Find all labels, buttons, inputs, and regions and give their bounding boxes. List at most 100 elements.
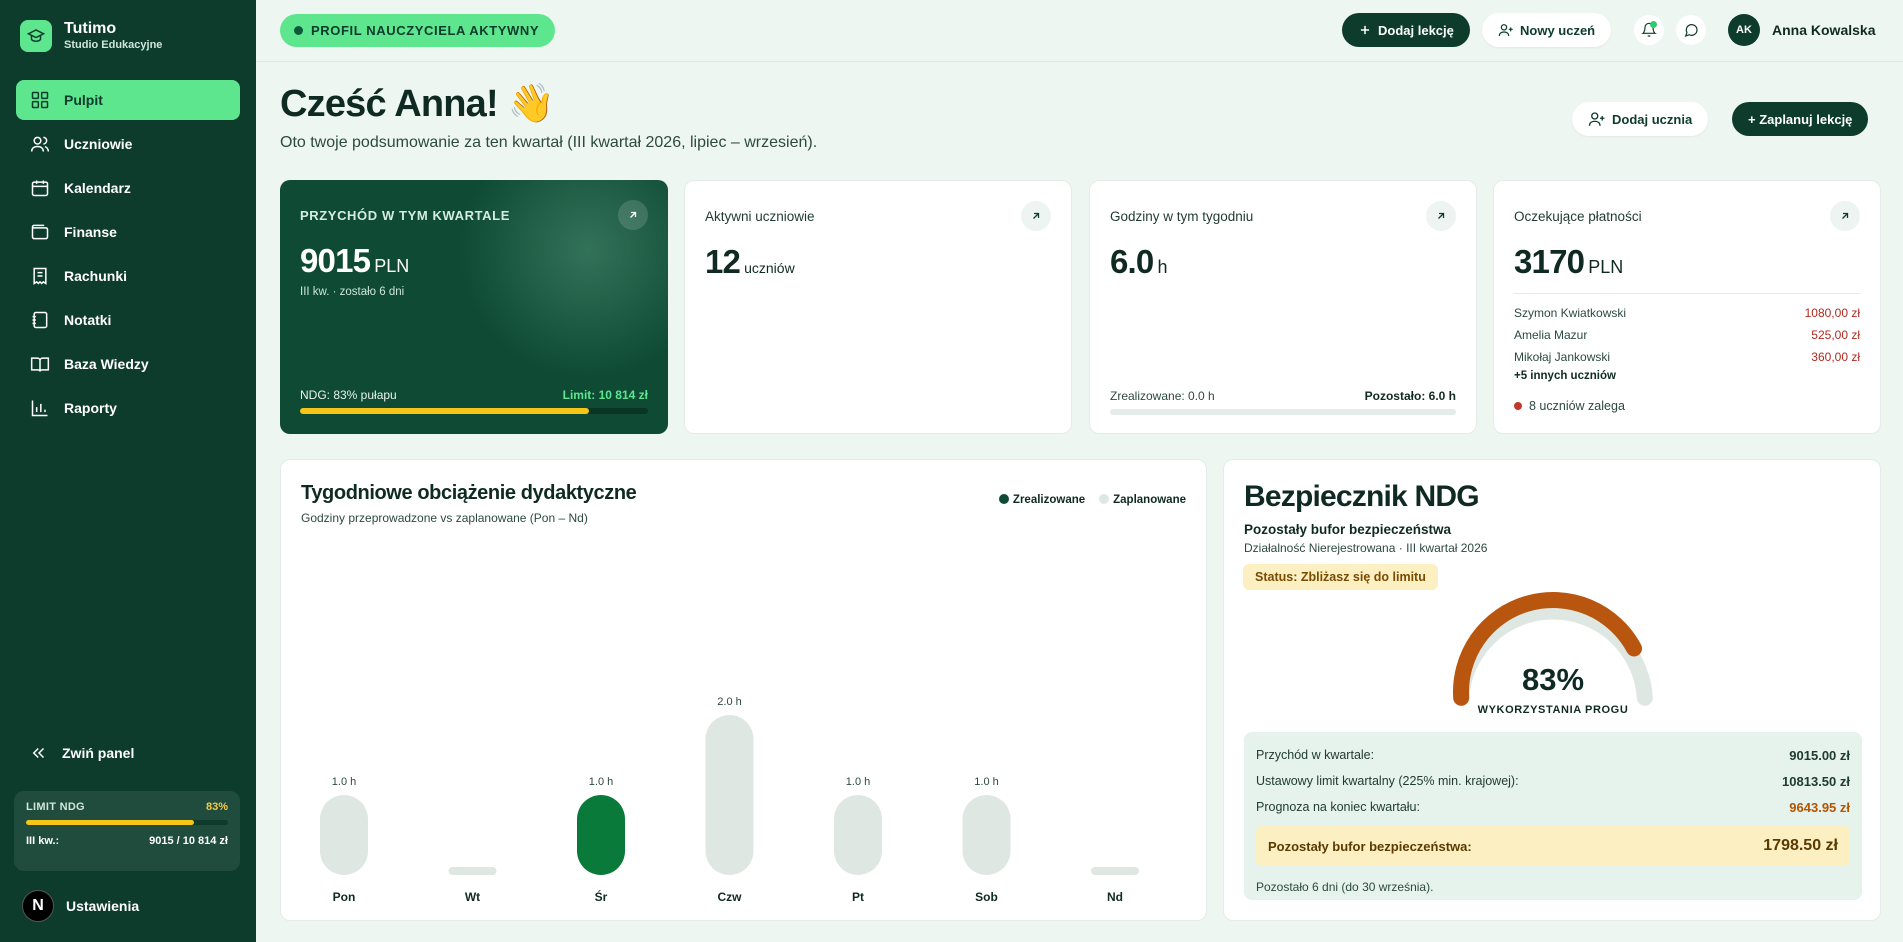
sidebar: Tutimo Studio Edukacyjne Pulpit Uczniowi…	[0, 0, 256, 942]
revenue-note: III kw. · zostało 6 dni	[300, 286, 405, 298]
gauge-value: 83%	[1521, 662, 1585, 697]
revenue-unit: PLN	[374, 256, 410, 276]
sidebar-nav: Pulpit Uczniowie Kalendarz Finanse Rachu…	[16, 80, 240, 432]
messages-button[interactable]	[1676, 15, 1706, 45]
chart-bar[interactable]	[1091, 867, 1139, 875]
sidebar-item-baza-wiedzy[interactable]: Baza Wiedzy	[16, 344, 240, 384]
grid-icon	[31, 91, 49, 109]
ndg-limit-widget: LIMIT NDG 83% III kw.: 9015 / 10 814 zł	[14, 791, 240, 871]
settings-button[interactable]: N Ustawienia	[22, 890, 139, 922]
summary-label: Ustawowy limit kwartalny (225% min. kraj…	[1256, 774, 1519, 788]
active-students-card: Aktywni uczniowie 12 uczniów	[684, 180, 1072, 434]
safety-buffer-row: Pozostały bufor bezpieczeństwa: 1798.50 …	[1256, 826, 1850, 866]
new-student-label: Nowy uczeń	[1520, 22, 1596, 38]
schedule-lesson-button[interactable]: + Zaplanuj lekcję	[1732, 102, 1869, 136]
buffer-label: Pozostały bufor bezpieczeństwa:	[1268, 838, 1472, 854]
sidebar-item-label: Pulpit	[64, 92, 103, 108]
chat-bubble-icon	[1684, 24, 1698, 37]
brand-name: Tutimo	[64, 20, 117, 37]
notebook-icon	[32, 311, 48, 329]
add-lesson-button[interactable]: Dodaj lekcję	[1342, 13, 1470, 47]
sidebar-item-label: Notatki	[64, 312, 112, 328]
revenue-progress-bar	[300, 408, 648, 414]
brand[interactable]: Tutimo Studio Edukacyjne	[20, 20, 162, 52]
sidebar-item-label: Finanse	[64, 224, 117, 240]
pending-payments-card: Oczekujące płatności 3170 PLN Szymon Kwia…	[1493, 180, 1881, 434]
new-student-button[interactable]: Nowy uczeń	[1482, 13, 1612, 47]
topbar: PROFIL NAUCZYCIELA AKTYWNY Dodaj lekcję …	[256, 0, 1903, 62]
revenue-title: PRZYCHÓD W TYM KWARTALE	[300, 208, 510, 223]
hours-value: 6.0	[1110, 243, 1154, 280]
sidebar-item-label: Raporty	[64, 400, 117, 416]
revenue-card: PRZYCHÓD W TYM KWARTALE 9015 PLN III kw. …	[280, 180, 668, 434]
list-item[interactable]: Amelia Mazur 525,00 zł	[1514, 324, 1860, 346]
collapse-panel-button[interactable]: Zwiń panel	[30, 744, 134, 762]
limit-percent: 83%	[205, 801, 228, 813]
revenue-open-button[interactable]	[618, 200, 648, 230]
profile-status-badge: PROFIL NAUCZYCIELA AKTYWNY	[280, 14, 556, 47]
x-tick-label: Śr	[595, 889, 608, 904]
summary-row: Ustawowy limit kwartalny (225% min. kraj…	[1256, 768, 1850, 794]
book-icon	[30, 357, 50, 372]
bar-value-label: 2.0 h	[717, 696, 741, 708]
chevrons-left-icon	[32, 747, 45, 759]
sidebar-item-uczniowie[interactable]: Uczniowie	[16, 124, 240, 164]
payer-name: Amelia Mazur	[1514, 328, 1588, 342]
users-icon	[30, 136, 50, 152]
status-dot-icon	[294, 26, 303, 35]
sidebar-item-notatki[interactable]: Notatki	[16, 300, 240, 340]
buffer-value: 1798.50 zł	[1763, 837, 1838, 854]
summary-row: Przychód w kwartale: 9015.00 zł	[1256, 742, 1850, 768]
notifications-button[interactable]	[1634, 15, 1664, 45]
user-plus-icon	[1498, 24, 1513, 37]
days-left-note: Pozostało 6 dni (do 30 września).	[1256, 880, 1434, 894]
sidebar-item-label: Rachunki	[64, 268, 128, 284]
revenue-progress-fill	[300, 408, 589, 414]
revenue-value: 9015	[300, 242, 371, 279]
payer-name: Mikołaj Jankowski	[1514, 350, 1611, 364]
ndg-summary-panel: Przychód w kwartale: 9015.00 zł Ustawowy…	[1244, 732, 1862, 900]
students-open-button[interactable]	[1021, 201, 1051, 231]
user-menu[interactable]: AK Anna Kowalska	[1728, 14, 1875, 46]
hours-title: Godziny w tym tygodniu	[1110, 209, 1254, 224]
sidebar-item-raporty[interactable]: Raporty	[16, 388, 240, 428]
sidebar-item-kalendarz[interactable]: Kalendarz	[16, 168, 240, 208]
collapse-label: Zwiń panel	[62, 745, 135, 761]
add-student-label: Dodaj ucznia	[1612, 111, 1693, 127]
user-name: Anna Kowalska	[1772, 22, 1876, 38]
alert-dot-icon	[1514, 402, 1522, 410]
chart-bar[interactable]	[962, 795, 1011, 875]
list-item[interactable]: Szymon Kwiatkowski 1080,00 zł	[1514, 302, 1860, 324]
schedule-lesson-label: + Zaplanuj lekcję	[1748, 111, 1853, 127]
chart-bar[interactable]	[320, 795, 368, 875]
sidebar-item-label: Baza Wiedzy	[64, 356, 149, 372]
add-student-button[interactable]: Dodaj ucznia	[1572, 102, 1709, 136]
list-item[interactable]: Mikołaj Jankowski 360,00 zł	[1514, 346, 1860, 368]
limit-period-label: III kw.:	[26, 835, 60, 847]
more-students-link[interactable]: +5 innych uczniów	[1514, 370, 1860, 382]
wallet-icon	[31, 224, 49, 240]
sidebar-item-pulpit[interactable]: Pulpit	[16, 80, 240, 120]
sidebar-item-rachunki[interactable]: Rachunki	[16, 256, 240, 296]
chart-bar[interactable]	[834, 795, 882, 875]
settings-label: Ustawienia	[66, 898, 140, 914]
chart-bar[interactable]	[705, 715, 754, 875]
profile-status-label: PROFIL NAUCZYCIELA AKTYWNY	[311, 23, 540, 38]
page-title: Cześć Anna! 👋	[280, 83, 555, 125]
payments-list: Szymon Kwiatkowski 1080,00 zł Amelia Maz…	[1514, 293, 1860, 382]
chart-bar[interactable]	[448, 867, 497, 875]
graduation-cap-icon	[20, 20, 52, 52]
summary-value: 9643.95 zł	[1789, 799, 1850, 815]
payments-title: Oczekujące płatności	[1514, 209, 1642, 224]
x-tick-label: Pon	[333, 890, 356, 904]
weekly-load-chart-card: Tygodniowe obciążenie dydaktyczne Godzin…	[280, 459, 1207, 921]
payer-amount: 525,00 zł	[1811, 328, 1860, 342]
payments-open-button[interactable]	[1830, 201, 1860, 231]
hours-progress-bar	[1110, 409, 1456, 415]
limit-progress-fill	[26, 820, 194, 825]
sidebar-item-finanse[interactable]: Finanse	[16, 212, 240, 252]
limit-value: 9015 / 10 814 zł	[149, 835, 228, 847]
hours-open-button[interactable]	[1426, 201, 1456, 231]
summary-label: Prognoza na koniec kwartału:	[1256, 800, 1420, 814]
chart-bar[interactable]	[577, 795, 625, 875]
